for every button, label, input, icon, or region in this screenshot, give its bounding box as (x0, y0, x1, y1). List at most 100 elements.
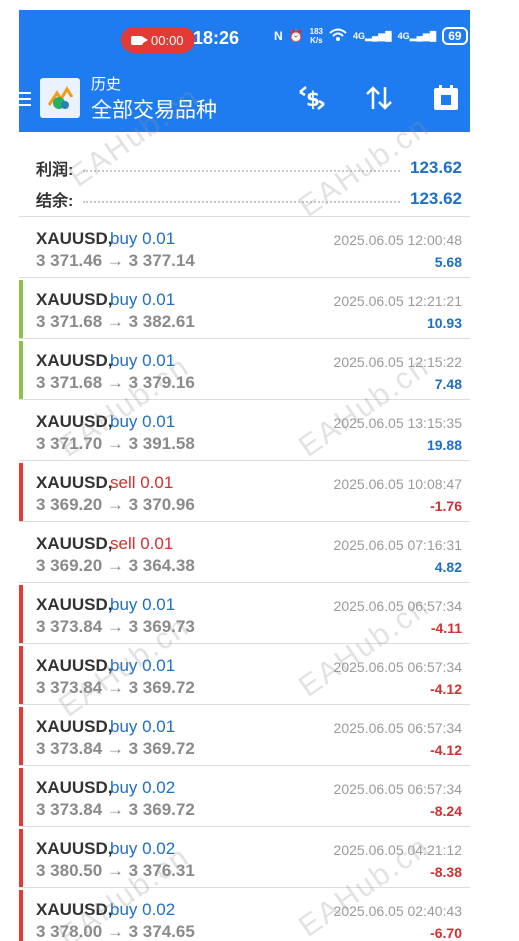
deal-symbol: XAUUSD, (36, 290, 113, 309)
deal-row[interactable]: XAUUSD, sell 0.01 3 369.20 → 3 370.96 2025.… (19, 461, 470, 522)
deal-prices: 3 380.50 → 3 376.31 (36, 861, 195, 880)
net-speed-value: 183 (309, 27, 323, 36)
balance-row: 结余: 123.62 (36, 186, 462, 212)
deal-time: 2025.06.05 07:16:31 (333, 537, 462, 553)
screen-record-indicator[interactable]: 00:00 (121, 27, 195, 53)
app-logo (40, 78, 80, 118)
net-speed: 183 K/s (310, 27, 323, 45)
deal-row[interactable]: XAUUSD, buy 0.02 3 373.84 → 3 369.72 2025.0… (19, 766, 470, 827)
deal-prices: 3 373.84 → 3 369.72 (36, 678, 195, 697)
sort-arrows-icon (366, 86, 392, 110)
deal-status-bar (19, 890, 23, 941)
profit-label: 利润: (36, 162, 74, 179)
deal-profit: -8.24 (430, 803, 462, 819)
calendar-period-button[interactable] (429, 82, 463, 114)
deal-status-bar (19, 585, 23, 643)
header-subtitle: 历史 (91, 76, 122, 93)
deal-side-volume: buy 0.01 (110, 290, 176, 309)
deal-time: 2025.06.05 12:15:22 (333, 354, 462, 370)
deal-row[interactable]: XAUUSD, buy 0.01 3 373.84 → 3 369.72 2025.0… (19, 644, 470, 705)
nfc-icon: N (274, 29, 283, 43)
status-bar: 00:00 18:26 N ⏰ 183 K/s 4G▂▄▆█ 4G▂▄▆█ 69… (19, 10, 470, 65)
deal-symbol: XAUUSD, (36, 717, 113, 736)
deal-row[interactable]: XAUUSD, buy 0.01 3 371.68 → 3 379.16 2025.0… (19, 339, 470, 400)
deal-prices: 3 371.68 → 3 382.61 (36, 312, 195, 331)
deal-side-volume: buy 0.01 (110, 595, 176, 614)
deal-status-bar (19, 829, 23, 887)
deal-symbol: XAUUSD, (36, 412, 113, 431)
deal-prices: 3 373.84 → 3 369.72 (36, 739, 195, 758)
deal-side-volume: sell 0.01 (110, 534, 174, 553)
deal-prices: 3 371.70 → 3 391.58 (36, 434, 195, 453)
deal-time: 2025.06.05 12:21:21 (333, 293, 462, 309)
deal-row[interactable]: XAUUSD, buy 0.01 3 373.84 → 3 369.73 2025.0… (19, 583, 470, 644)
deal-time: 2025.06.05 06:57:34 (333, 720, 462, 736)
deal-symbol: XAUUSD, (36, 595, 113, 614)
deal-prices: 3 369.20 → 3 364.38 (36, 556, 195, 575)
header-title[interactable]: 全部交易品种 (91, 94, 217, 124)
deal-profit: 19.88 (426, 437, 462, 453)
app-frame: 00:00 18:26 N ⏰ 183 K/s 4G▂▄▆█ 4G▂▄▆█ 69… (19, 10, 470, 941)
alarm-icon: ⏰ (288, 29, 304, 43)
deal-profit: -1.76 (430, 498, 462, 514)
signal-4g-icon-a: 4G▂▄▆█ (352, 30, 392, 41)
deal-symbol: XAUUSD, (36, 473, 113, 492)
deal-row[interactable]: XAUUSD, buy 0.01 3 371.68 → 3 382.61 2025.0… (19, 278, 470, 339)
deal-profit: 5.68 (434, 254, 462, 270)
calendar-icon (434, 85, 458, 110)
deal-status-bar (19, 463, 23, 521)
deal-profit: -4.11 (430, 620, 462, 636)
deal-row[interactable]: XAUUSD, buy 0.01 3 371.70 → 3 391.58 2025.0… (19, 400, 470, 461)
deal-time: 2025.06.05 06:57:34 (333, 659, 462, 675)
signal-4g-icon-b: 4G▂▄▆█ (397, 30, 437, 41)
deal-time: 2025.06.05 13:15:35 (333, 415, 462, 431)
deal-prices: 3 371.68 → 3 379.16 (36, 373, 195, 392)
deal-side-volume: buy 0.02 (110, 778, 176, 797)
deal-side-volume: buy 0.01 (110, 412, 176, 431)
svg-text:$: $ (306, 87, 320, 111)
deal-prices: 3 373.84 → 3 369.73 (36, 617, 195, 636)
deal-row[interactable]: XAUUSD, sell 0.01 3 369.20 → 3 364.38 2025.… (19, 522, 470, 583)
deal-status-bar (19, 280, 23, 338)
deal-time: 2025.06.05 06:57:34 (333, 598, 462, 614)
deal-time: 2025.06.05 02:40:43 (333, 903, 462, 919)
deal-profit: 7.48 (434, 376, 462, 392)
deal-symbol: XAUUSD, (36, 839, 113, 858)
deal-side-volume: buy 0.01 (110, 656, 176, 675)
dotted-leader (83, 170, 400, 172)
deal-prices: 3 373.84 → 3 369.72 (36, 800, 195, 819)
deal-side-volume: buy 0.02 (110, 900, 176, 919)
deal-row[interactable]: XAUUSD, buy 0.01 3 371.46 → 3 377.14 2025.0… (19, 217, 470, 278)
app-bar: 00:00 18:26 N ⏰ 183 K/s 4G▂▄▆█ 4G▂▄▆█ 69… (19, 10, 470, 132)
deal-symbol: XAUUSD, (36, 534, 113, 553)
menu-icon[interactable] (19, 92, 31, 106)
deal-row[interactable]: XAUUSD, buy 0.01 3 373.84 → 3 369.72 2025.0… (19, 705, 470, 766)
deal-profit: 10.93 (426, 315, 462, 331)
currency-convert-button[interactable]: $ (295, 82, 329, 114)
deal-symbol: XAUUSD, (36, 351, 113, 370)
status-icons: N ⏰ 183 K/s 4G▂▄▆█ 4G▂▄▆█ 69 ϟ (274, 27, 470, 45)
deal-profit: -8.38 (430, 864, 462, 880)
deal-symbol: XAUUSD, (36, 900, 113, 919)
deal-prices: 3 371.46 → 3 377.14 (36, 251, 195, 270)
deal-symbol: XAUUSD, (36, 229, 113, 248)
deal-prices: 3 369.20 → 3 370.96 (36, 495, 195, 514)
status-clock: 18:26 (193, 28, 240, 48)
dotted-leader (83, 201, 400, 203)
battery-icon: 69 (442, 27, 468, 45)
deal-time: 2025.06.05 04:21:12 (333, 842, 462, 858)
deal-side-volume: buy 0.02 (110, 839, 176, 858)
deal-status-bar (19, 768, 23, 826)
balance-value: 123.62 (410, 189, 462, 208)
deal-row[interactable]: XAUUSD, buy 0.02 3 378.00 → 3 374.65 2025.0… (19, 888, 470, 941)
summary-panel: 利润: 123.62 结余: 123.62 (19, 132, 470, 216)
deal-row[interactable]: XAUUSD, buy 0.02 3 380.50 → 3 376.31 2025.0… (19, 827, 470, 888)
deal-symbol: XAUUSD, (36, 656, 113, 675)
sort-button[interactable] (362, 82, 396, 114)
dollar-exchange-icon: $ (299, 86, 325, 111)
deal-time: 2025.06.05 10:08:47 (333, 476, 462, 492)
deal-prices: 3 378.00 → 3 374.65 (36, 922, 195, 941)
deal-side-volume: buy 0.01 (110, 351, 176, 370)
deal-status-bar (19, 341, 23, 399)
deal-time: 2025.06.05 12:00:48 (333, 232, 462, 248)
